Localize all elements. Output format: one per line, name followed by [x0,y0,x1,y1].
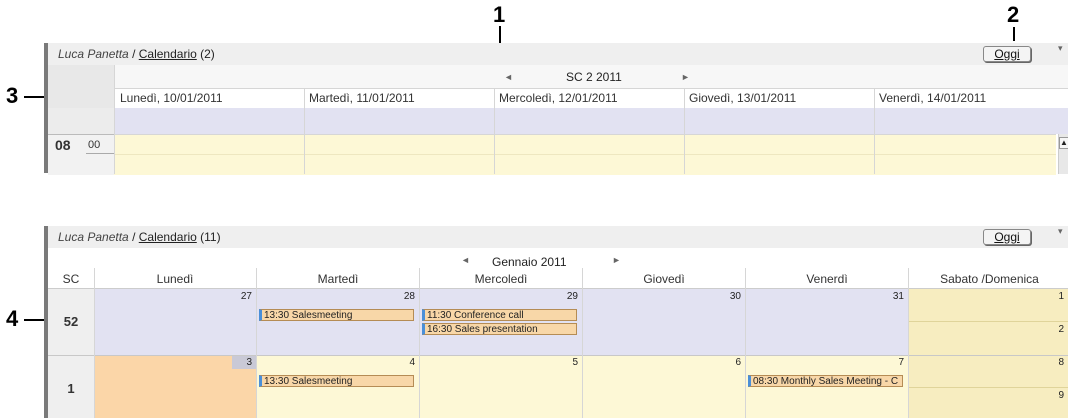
minute-label: 00 [88,139,101,151]
panel-menu-chevron[interactable]: ▾ [1058,43,1063,54]
item-count: (2) [200,47,215,61]
panel-menu-chevron[interactable]: ▾ [1058,226,1063,237]
weekend-divider [909,387,1068,388]
callout-1: 1 [493,2,506,27]
event[interactable]: 16:30 Sales presentation [422,323,577,335]
event[interactable]: 13:30 Salesmeeting [259,375,414,387]
all-day-corner [48,108,114,134]
day-header-weekend: Sabato /Domenica [940,272,1039,286]
day-number[interactable]: 30 [689,291,741,302]
col-line [874,88,875,174]
week-period-label: SC 2 2011 [566,70,622,84]
day-number[interactable]: 9 [1010,390,1064,401]
today-button[interactable]: Oggi [983,46,1031,62]
day-number[interactable]: 6 [689,357,741,368]
day-header-friday: Venerdì [806,272,848,286]
day-number[interactable]: 31 [852,291,904,302]
day-number[interactable]: 27 [200,291,252,302]
callout-3: 3 [6,83,19,108]
day-number[interactable]: 8 [1010,357,1064,368]
col-line [494,88,495,174]
callout-2-line [1013,27,1015,41]
day-header-tuesday: Martedì [317,272,359,286]
item-count: (11) [200,230,221,244]
month-period-label: Gennaio 2011 [492,255,567,269]
day-header-wednesday: Mercoledì [474,272,528,286]
day-header-thursday: Giovedì [643,272,685,286]
day-number[interactable]: 29 [526,291,578,302]
col-line [94,268,95,418]
day-header-wednesday[interactable]: Mercoledì, 12/01/2011 [499,91,618,105]
col-line [114,65,115,174]
all-day-row[interactable] [114,108,1068,134]
col-line [908,268,909,418]
prev-week-arrow[interactable]: ◄ [504,72,513,82]
day-header-tuesday[interactable]: Martedì, 11/01/2011 [309,91,415,105]
half-hour-line [114,154,1056,155]
calendar-link[interactable]: Calendario [139,47,197,61]
calendar-link[interactable]: Calendario [139,230,197,244]
day-number[interactable]: 2 [1010,324,1064,335]
col-line [684,88,685,174]
minute-underline [86,153,114,154]
day-number[interactable]: 1 [1010,291,1064,302]
col-line [419,268,420,418]
day-number[interactable]: 7 [852,357,904,368]
day-number[interactable]: 4 [363,357,415,368]
week-number[interactable]: 1 [48,381,94,396]
breadcrumb-separator: / [128,230,139,244]
next-month-arrow[interactable]: ► [612,255,621,265]
week-number[interactable]: 52 [48,314,94,329]
day-header-thursday[interactable]: Giovedì, 13/01/2011 [689,91,796,105]
col-line [582,268,583,418]
day-header-monday[interactable]: Lunedì, 10/01/2011 [120,91,223,105]
col-line [256,268,257,418]
breadcrumb-separator: / [128,47,139,61]
event[interactable]: 13:30 Salesmeeting [259,309,414,321]
panel-breadcrumb: Luca Panetta / Calendario (2) [58,47,215,61]
event[interactable]: 11:30 Conference call [422,309,577,321]
hour-label: 08 [55,137,71,153]
weekend-divider [909,321,1068,322]
callout-4: 4 [6,306,19,331]
day-header-monday: Lunedì [156,272,194,286]
prev-month-arrow[interactable]: ◄ [461,255,470,265]
day-number[interactable]: 5 [526,357,578,368]
col-line [745,268,746,418]
day-number[interactable]: 28 [363,291,415,302]
today-button[interactable]: Oggi [983,229,1031,245]
week-column-header: SC [62,272,80,286]
next-week-arrow[interactable]: ► [681,72,690,82]
callout-2: 2 [1007,2,1020,27]
user-name: Luca Panetta [58,230,129,244]
event[interactable]: 08:30 Monthly Sales Meeting - C [748,375,903,387]
day-header-friday[interactable]: Venerdì, 14/01/2011 [879,91,986,105]
scroll-up-icon[interactable]: ▲ [1059,137,1068,149]
header-corner [48,65,114,108]
panel-breadcrumb: Luca Panetta / Calendario (11) [58,230,221,244]
day-number[interactable]: 3 [200,357,252,368]
col-line [304,88,305,174]
user-name: Luca Panetta [58,47,129,61]
